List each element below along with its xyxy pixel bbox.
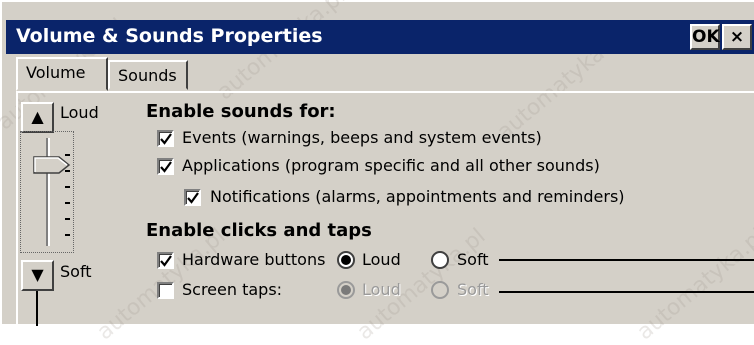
volume-up-button[interactable]: ▲ <box>21 102 54 133</box>
hardware-loud-radio[interactable] <box>337 251 355 269</box>
loud-label: Loud <box>60 103 99 122</box>
screen-taps-label: Screen taps: <box>182 280 283 299</box>
hardware-soft-radio[interactable] <box>431 251 449 269</box>
screen-soft-label: Soft <box>457 280 489 299</box>
callout-line <box>499 291 754 293</box>
hardware-buttons-checkbox[interactable] <box>157 252 174 269</box>
slider-tick <box>65 234 70 236</box>
applications-checkbox[interactable] <box>157 158 174 175</box>
screen-soft-radio[interactable] <box>431 281 449 299</box>
slider-tick <box>65 218 70 220</box>
events-label: Events (warnings, beeps and system event… <box>182 128 542 147</box>
hardware-loud-label: Loud <box>362 250 401 269</box>
notifications-checkbox[interactable] <box>184 189 201 206</box>
volume-slider[interactable] <box>20 131 74 253</box>
hardware-soft-label: Soft <box>457 250 489 269</box>
soft-label: Soft <box>60 262 92 281</box>
ok-button[interactable]: OK <box>690 24 720 50</box>
notifications-label: Notifications (alarms, appointments and … <box>210 187 625 206</box>
callout-line <box>36 291 38 326</box>
screen-taps-checkbox[interactable] <box>157 282 174 299</box>
properties-dialog: automatyka.pl automatyka.pl automatyka.p… <box>0 0 754 345</box>
screen-loud-label: Loud <box>362 280 401 299</box>
slider-thumb[interactable] <box>33 156 71 174</box>
screen-loud-radio[interactable] <box>337 281 355 299</box>
volume-down-button[interactable]: ▼ <box>21 260 54 291</box>
enable-sounds-heading: Enable sounds for: <box>146 101 336 122</box>
hardware-buttons-label: Hardware buttons <box>182 250 326 269</box>
tab-volume[interactable]: Volume <box>16 57 108 91</box>
slider-tick <box>65 202 70 204</box>
window-title: Volume & Sounds Properties <box>16 25 323 47</box>
applications-label: Applications (program specific and all o… <box>182 156 600 175</box>
slider-rail <box>46 138 50 246</box>
enable-clicks-heading: Enable clicks and taps <box>146 220 372 241</box>
events-checkbox[interactable] <box>157 130 174 147</box>
close-button[interactable]: × <box>722 24 752 50</box>
callout-line <box>499 259 754 261</box>
tab-sounds[interactable]: Sounds <box>108 60 188 90</box>
slider-tick <box>65 186 70 188</box>
title-bar: Volume & Sounds Properties OK × <box>6 20 754 54</box>
